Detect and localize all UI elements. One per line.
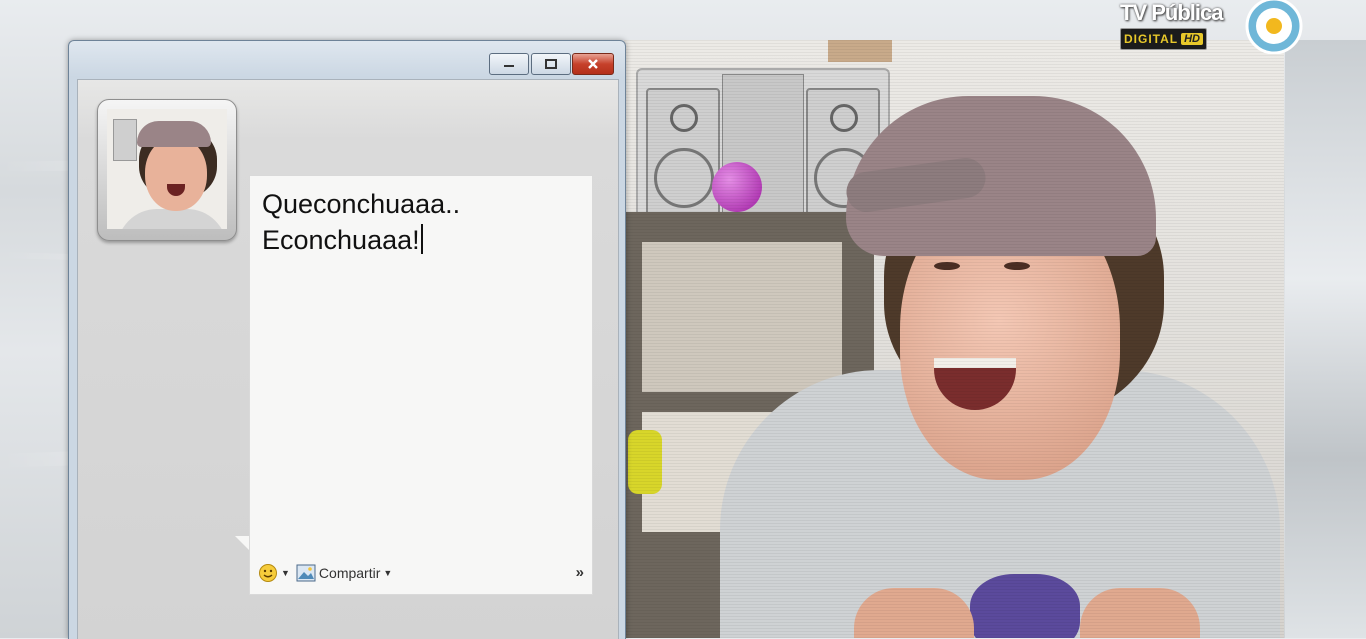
- speaker: [806, 88, 880, 222]
- shelf: [624, 212, 874, 638]
- avatar-frame[interactable]: [97, 99, 237, 241]
- cassette-deck: [722, 74, 804, 226]
- minimize-icon: [504, 65, 514, 67]
- person-cap: [846, 96, 1156, 256]
- more-options-button[interactable]: »: [576, 560, 584, 586]
- sun-emblem-icon: [1244, 0, 1304, 55]
- close-button[interactable]: [572, 53, 614, 75]
- person-eye: [934, 262, 960, 270]
- person-face: [900, 190, 1120, 480]
- chevron-down-icon: ▼: [281, 568, 290, 578]
- tape: [828, 40, 892, 62]
- smiley-icon: [259, 564, 277, 582]
- speech-bubble-tail: [235, 536, 249, 550]
- pink-ball: [712, 162, 762, 212]
- minimize-button[interactable]: [489, 53, 529, 75]
- person-hair: [884, 160, 1164, 420]
- close-icon: [588, 59, 598, 69]
- maximize-icon: [545, 59, 557, 69]
- chat-window: Queconchuaaa.. Econchuaaa! ▼ Compartir ▼: [68, 40, 626, 639]
- share-label: Compartir: [318, 565, 381, 581]
- share-button[interactable]: Compartir ▼: [296, 564, 392, 582]
- person-eye: [1004, 262, 1030, 270]
- speaker: [646, 88, 720, 222]
- cap-brim: [843, 155, 989, 215]
- image-icon: [296, 564, 316, 582]
- text-cursor: [420, 224, 423, 254]
- maximize-button[interactable]: [531, 53, 571, 75]
- person-shirt: [720, 370, 1280, 638]
- digital-label: DIGITAL: [1124, 32, 1179, 46]
- shirt-print: [970, 574, 1080, 638]
- emoticon-button[interactable]: ▼: [258, 563, 290, 583]
- tv-publica-logo: TV Pública DIGITAL HD: [1116, 0, 1236, 52]
- chevron-down-icon: ▼: [383, 568, 393, 578]
- avatar: [107, 109, 227, 229]
- channel-name: TV Pública: [1120, 0, 1223, 25]
- person-hand: [1080, 588, 1200, 638]
- webcam-video: [624, 40, 1284, 638]
- title-bar[interactable]: [69, 41, 625, 79]
- message-text: Queconchuaaa.. Econchuaaa!: [262, 189, 461, 255]
- stereo-system: [636, 68, 890, 242]
- yellow-toy: [628, 430, 662, 494]
- background-panel: [1285, 40, 1366, 638]
- digital-hd-badge: DIGITAL HD: [1120, 28, 1207, 50]
- person-mouth: [934, 358, 1016, 410]
- message-toolbar: ▼ Compartir ▼: [258, 560, 584, 586]
- person-hand: [854, 588, 974, 638]
- message-input[interactable]: Queconchuaaa.. Econchuaaa! ▼ Compartir ▼: [249, 175, 593, 595]
- hd-label: HD: [1181, 33, 1203, 45]
